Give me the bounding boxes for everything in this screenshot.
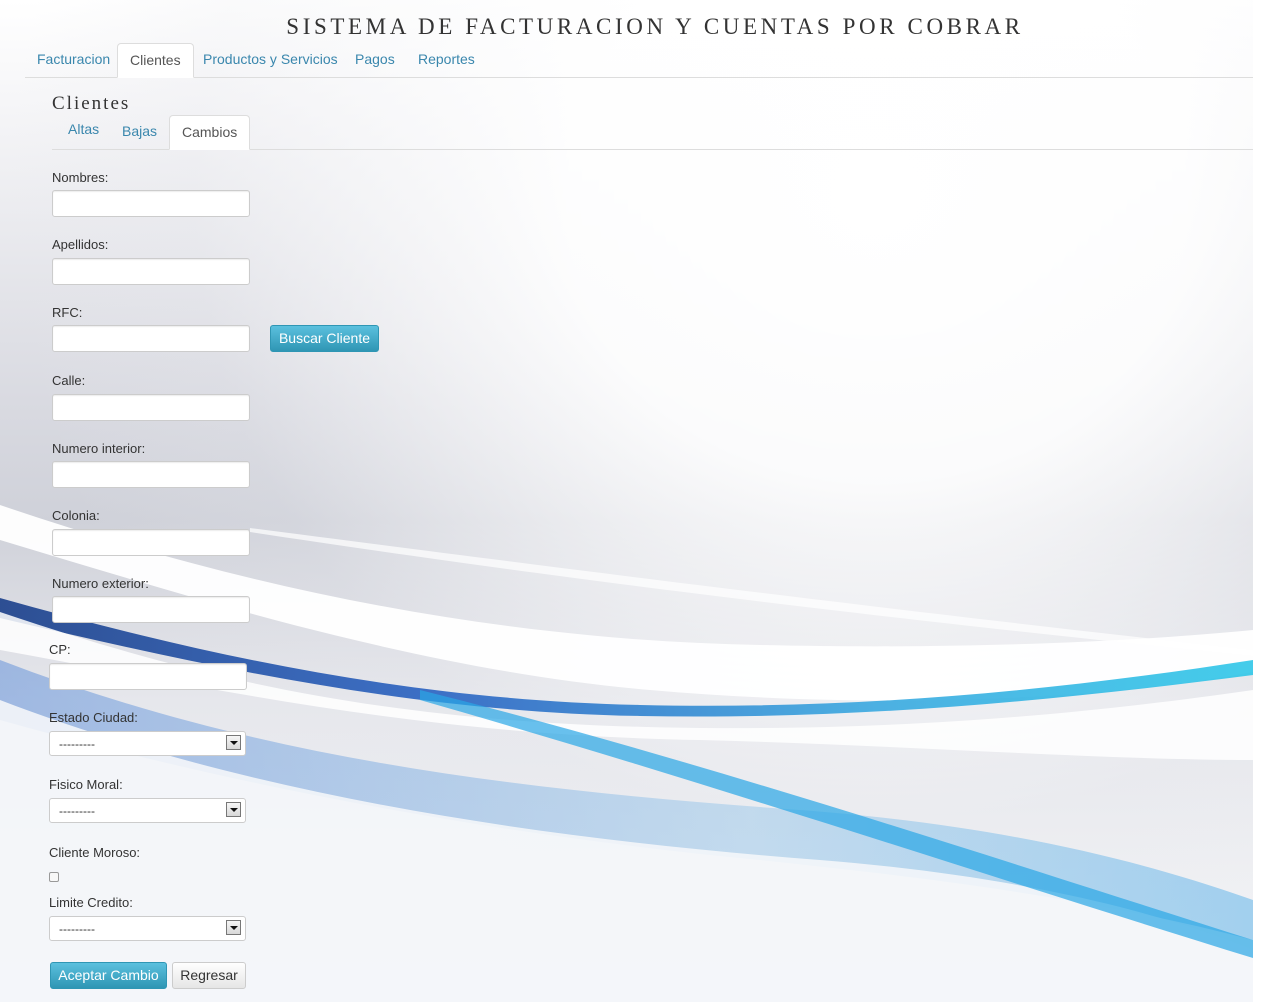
chevron-down-icon[interactable] — [226, 802, 241, 817]
apellidos-input[interactable] — [52, 258, 250, 285]
cliente-moroso-checkbox[interactable] — [49, 872, 59, 882]
tab-productos-y-servicios[interactable]: Productos y Servicios — [191, 43, 350, 76]
nombres-input[interactable] — [52, 190, 250, 217]
tab-cambios[interactable]: Cambios — [169, 115, 251, 150]
limite-credito-value: --------- — [59, 922, 95, 936]
estado-ciudad-select[interactable]: --------- — [49, 731, 246, 756]
chevron-down-icon[interactable] — [226, 920, 241, 935]
fisico-moral-label: Fisico Moral: — [49, 777, 123, 792]
estado-ciudad-label: Estado Ciudad: — [49, 710, 138, 725]
tab-pagos[interactable]: Pagos — [343, 43, 407, 76]
regresar-button[interactable]: Regresar — [172, 962, 246, 989]
calle-label: Calle: — [52, 373, 86, 388]
main-nav: Facturacion Clientes Productos y Servici… — [25, 43, 1253, 78]
numero-interior-label: Numero interior: — [52, 441, 146, 456]
numero-exterior-input[interactable] — [52, 596, 250, 623]
section-title: Clientes — [52, 93, 131, 114]
app-title: SISTEMA DE FACTURACION Y CUENTAS POR COB… — [286, 14, 1024, 39]
cliente-moroso-label: Cliente Moroso: — [49, 845, 141, 860]
buscar-cliente-button[interactable]: Buscar Cliente — [270, 325, 379, 352]
fisico-moral-value: --------- — [59, 804, 95, 818]
cp-input[interactable] — [49, 663, 247, 690]
tab-clientes[interactable]: Clientes — [117, 43, 194, 78]
tab-facturacion[interactable]: Facturacion — [25, 43, 122, 76]
colonia-input[interactable] — [52, 529, 250, 556]
colonia-label: Colonia: — [52, 508, 100, 523]
sub-nav: Altas Bajas Cambios — [52, 115, 1253, 150]
cp-label: CP: — [49, 642, 71, 657]
chevron-down-icon[interactable] — [226, 735, 241, 750]
nombres-label: Nombres: — [52, 170, 109, 185]
limite-credito-select[interactable]: --------- — [49, 916, 246, 941]
calle-input[interactable] — [52, 394, 250, 421]
page-background — [0, 0, 1253, 1002]
numero-exterior-label: Numero exterior: — [52, 576, 149, 591]
apellidos-label: Apellidos: — [52, 237, 109, 252]
rfc-label: RFC: — [52, 305, 83, 320]
estado-ciudad-value: --------- — [59, 737, 95, 751]
numero-interior-input[interactable] — [52, 461, 250, 488]
tab-altas[interactable]: Altas — [56, 113, 111, 146]
rfc-input[interactable] — [52, 325, 250, 352]
right-edge — [1253, 0, 1278, 1002]
limite-credito-label: Limite Credito: — [49, 895, 133, 910]
tab-bajas[interactable]: Bajas — [110, 115, 169, 148]
aceptar-cambio-button[interactable]: Aceptar Cambio — [50, 962, 167, 989]
tab-reportes[interactable]: Reportes — [406, 43, 487, 76]
fisico-moral-select[interactable]: --------- — [49, 798, 246, 823]
background-swoosh — [0, 505, 1253, 1002]
